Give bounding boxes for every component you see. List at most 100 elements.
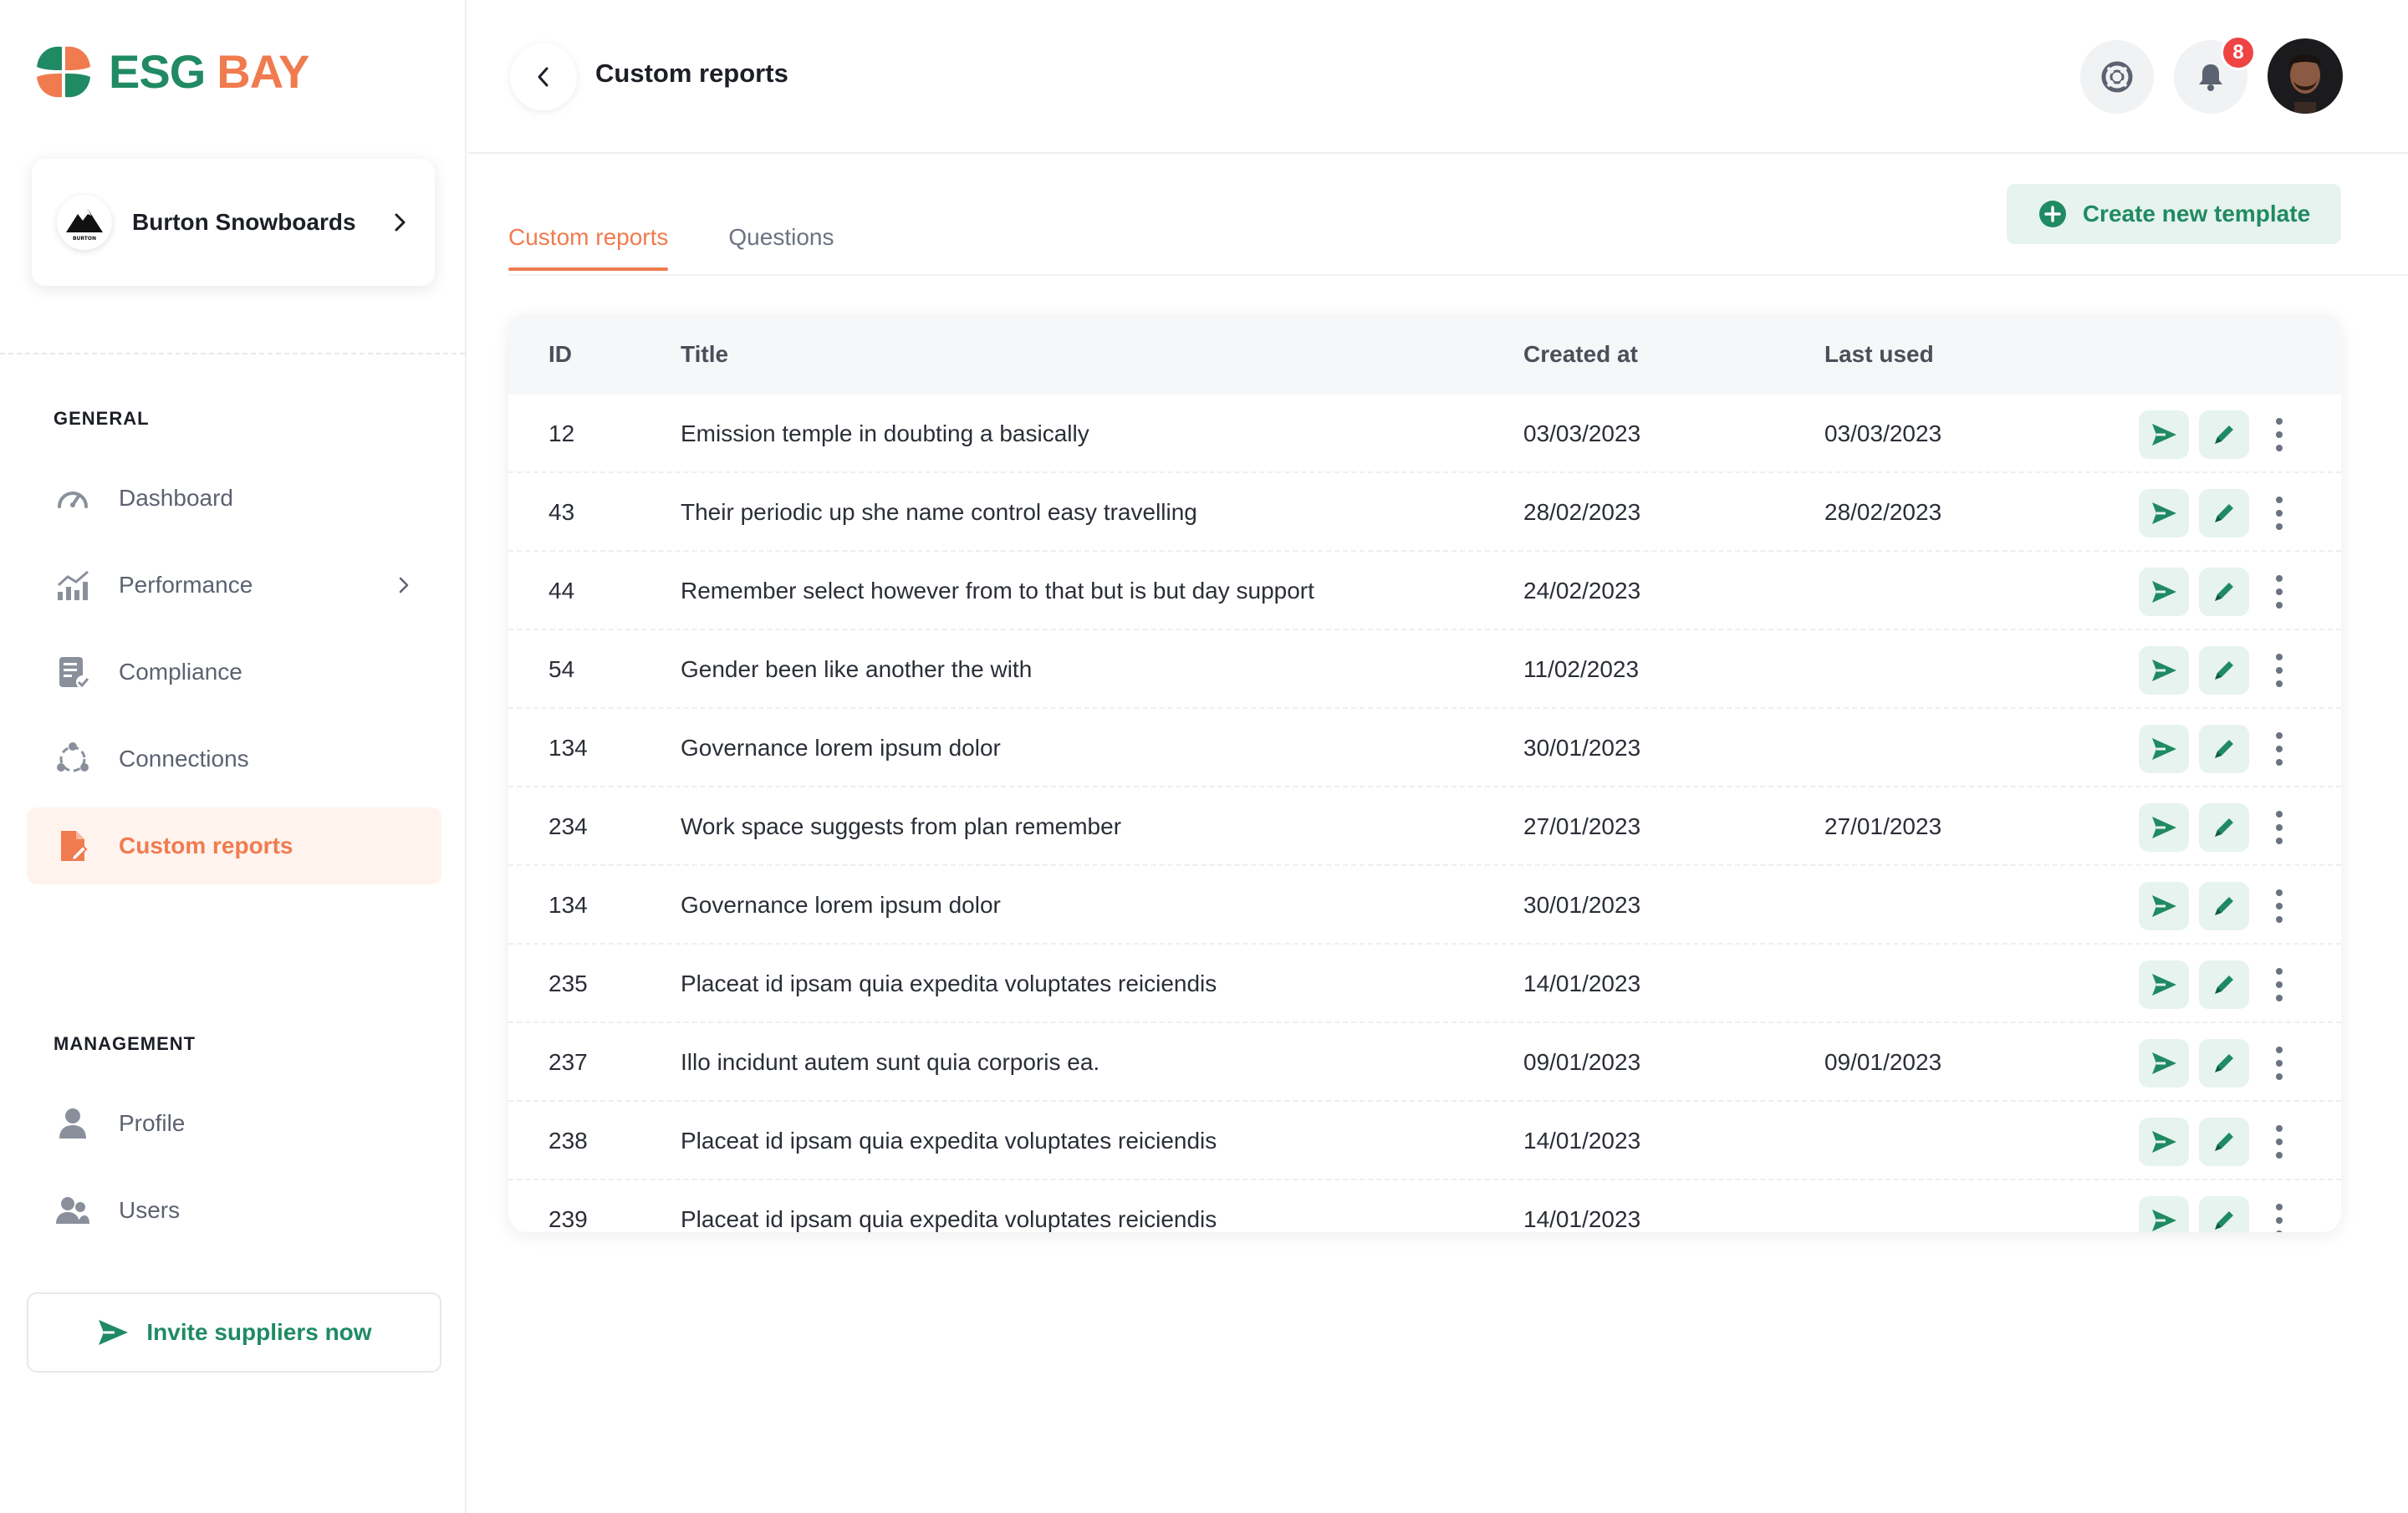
sidebar-item-users[interactable]: Users <box>27 1172 441 1249</box>
pencil-icon <box>2215 1054 2233 1072</box>
kebab-menu-icon <box>2276 575 2283 609</box>
cell-created-at: 27/01/2023 <box>1523 813 1641 839</box>
send-report-button[interactable] <box>2139 1196 2189 1232</box>
invite-suppliers-label: Invite suppliers now <box>146 1319 372 1345</box>
send-report-button[interactable] <box>2139 489 2189 537</box>
tabs-divider <box>508 274 2408 276</box>
edit-report-button[interactable] <box>2199 803 2249 852</box>
avatar[interactable] <box>2268 38 2343 114</box>
table-row[interactable]: 234 Work space suggests from plan remembe… <box>508 787 2341 866</box>
brand-name-part2: BAY <box>217 45 309 98</box>
pencil-icon <box>2215 976 2233 994</box>
cell-title: Work space suggests from plan remember <box>681 813 1122 839</box>
table-row[interactable]: 235 Placeat id ipsam quia expedita volupt… <box>508 945 2341 1023</box>
cell-title: Gender been like another the with <box>681 656 1033 682</box>
sidebar-item-label: Performance <box>119 572 253 598</box>
edit-report-button[interactable] <box>2199 882 2249 930</box>
table-row[interactable]: 12 Emission temple in doubting a basicall… <box>508 395 2341 473</box>
sidebar-item-label: Users <box>119 1197 181 1223</box>
org-logo-text: BURTON <box>73 236 96 242</box>
table-row[interactable]: 239 Placeat id ipsam quia expedita volupt… <box>508 1180 2341 1232</box>
back-button[interactable] <box>510 43 577 110</box>
invite-suppliers-button[interactable]: Invite suppliers now <box>27 1292 441 1373</box>
brand-logo[interactable]: ESG BAY <box>33 42 309 102</box>
more-options-button[interactable] <box>2269 725 2289 773</box>
edit-report-button[interactable] <box>2199 1039 2249 1088</box>
more-options-button[interactable] <box>2269 489 2289 537</box>
organization-switcher[interactable]: BURTON Burton Snowboards <box>32 159 435 286</box>
bar-chart-icon <box>54 566 92 604</box>
pencil-icon <box>2215 1211 2233 1230</box>
sidebar-item-performance[interactable]: Performance <box>27 547 441 624</box>
more-options-button[interactable] <box>2269 646 2289 695</box>
tab-custom-reports[interactable]: Custom reports <box>508 201 669 274</box>
sidebar-item-profile[interactable]: Profile <box>27 1085 441 1162</box>
tab-questions[interactable]: Questions <box>728 201 834 274</box>
send-report-button[interactable] <box>2139 646 2189 695</box>
edit-report-button[interactable] <box>2199 489 2249 537</box>
more-options-button[interactable] <box>2269 410 2289 459</box>
sidebar-item-dashboard[interactable]: Dashboard <box>27 460 441 537</box>
more-options-button[interactable] <box>2269 803 2289 852</box>
send-icon <box>2152 660 2176 681</box>
report-icon <box>54 827 92 865</box>
sidebar-item-compliance[interactable]: Compliance <box>27 634 441 711</box>
column-header-created-at[interactable]: Created at <box>1523 314 1638 395</box>
sidebar-item-connections[interactable]: Connections <box>27 721 441 797</box>
more-options-button[interactable] <box>2269 1039 2289 1088</box>
mountain-logo-icon: BURTON <box>66 209 103 242</box>
kebab-menu-icon <box>2276 968 2283 1001</box>
table-body: 12 Emission temple in doubting a basicall… <box>508 395 2341 1232</box>
more-options-button[interactable] <box>2269 1118 2289 1166</box>
table-row[interactable]: 134 Governance lorem ipsum dolor 30/01/202… <box>508 709 2341 787</box>
send-icon <box>2152 1052 2176 1074</box>
column-header-last-used[interactable]: Last used <box>1824 314 1934 395</box>
send-report-button[interactable] <box>2139 410 2189 459</box>
send-report-button[interactable] <box>2139 803 2189 852</box>
send-report-button[interactable] <box>2139 568 2189 616</box>
create-template-button[interactable]: Create new template <box>2007 184 2341 244</box>
cell-created-at: 11/02/2023 <box>1523 656 1640 682</box>
more-options-button[interactable] <box>2269 568 2289 616</box>
table-row[interactable]: 238 Placeat id ipsam quia expedita volupt… <box>508 1102 2341 1180</box>
edit-report-button[interactable] <box>2199 725 2249 773</box>
edit-report-button[interactable] <box>2199 1196 2249 1232</box>
cell-title: Governance lorem ipsum dolor <box>681 735 1001 761</box>
table-row[interactable]: 134 Governance lorem ipsum dolor 30/01/202… <box>508 866 2341 945</box>
edit-report-button[interactable] <box>2199 410 2249 459</box>
send-report-button[interactable] <box>2139 882 2189 930</box>
document-check-icon <box>54 653 92 691</box>
help-button[interactable] <box>2080 40 2154 114</box>
cell-created-at: 03/03/2023 <box>1523 420 1641 446</box>
cell-last-used: 09/01/2023 <box>1824 1049 1942 1075</box>
send-report-button[interactable] <box>2139 725 2189 773</box>
chevron-left-icon <box>538 67 548 87</box>
more-options-button[interactable] <box>2269 1196 2289 1232</box>
notifications-button[interactable]: 8 <box>2174 35 2256 114</box>
send-report-button[interactable] <box>2139 1039 2189 1088</box>
edit-report-button[interactable] <box>2199 568 2249 616</box>
table-row[interactable]: 54 Gender been like another the with 11/02… <box>508 630 2341 709</box>
send-icon <box>99 1320 129 1345</box>
column-header-id[interactable]: ID <box>548 314 572 395</box>
kebab-menu-icon <box>2276 1125 2283 1159</box>
brand-name: ESG BAY <box>109 42 309 102</box>
cell-title: Remember select however from to that but… <box>681 578 1314 604</box>
more-options-button[interactable] <box>2269 882 2289 930</box>
table-row[interactable]: 237 Illo incidunt autem sunt quia corpori… <box>508 1023 2341 1102</box>
sidebar-item-custom-reports[interactable]: Custom reports <box>27 807 441 884</box>
edit-report-button[interactable] <box>2199 1118 2249 1166</box>
top-header: Custom reports 8 <box>468 0 2408 154</box>
table-header: ID Title Created at Last used <box>508 314 2341 395</box>
send-report-button[interactable] <box>2139 1118 2189 1166</box>
send-report-button[interactable] <box>2139 960 2189 1009</box>
cell-title: Their periodic up she name control easy … <box>681 499 1197 525</box>
edit-report-button[interactable] <box>2199 960 2249 1009</box>
sidebar-item-label: Custom reports <box>119 833 293 858</box>
table-row[interactable]: 43 Their periodic up she name control eas… <box>508 473 2341 552</box>
more-options-button[interactable] <box>2269 960 2289 1009</box>
column-header-title[interactable]: Title <box>681 314 728 395</box>
table-row[interactable]: 44 Remember select however from to that b… <box>508 552 2341 630</box>
send-icon <box>2152 502 2176 524</box>
edit-report-button[interactable] <box>2199 646 2249 695</box>
